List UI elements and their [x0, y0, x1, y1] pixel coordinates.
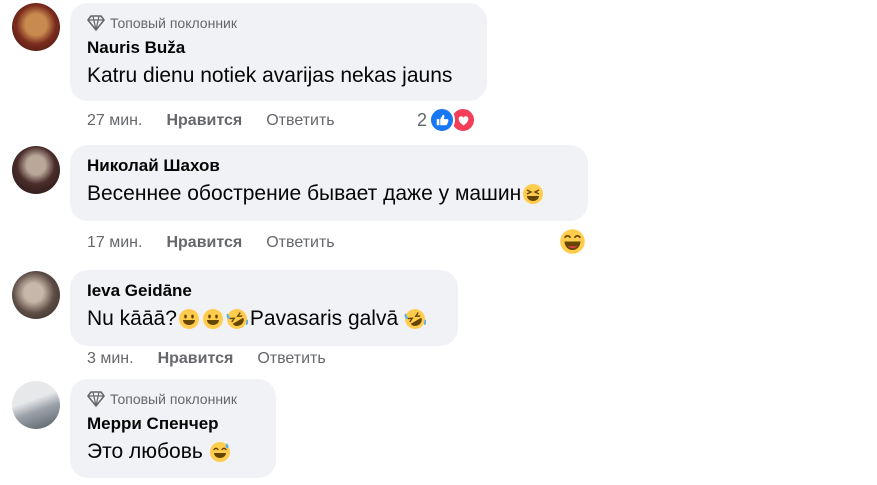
- comment-text-row: Nu kāāā? Pavasaris galvā: [87, 304, 441, 334]
- avatar[interactable]: [12, 3, 60, 51]
- comment-text: Katru dienu notiek avarijas nekas jauns: [87, 64, 453, 87]
- badge-label: Топовый поклонник: [110, 391, 237, 407]
- comment-text-row: Весеннее обострение бывает даже у машин: [87, 179, 571, 209]
- top-fan-badge: Топовый поклонник: [87, 13, 470, 33]
- rofl-emoji-icon: [226, 309, 248, 329]
- reaction-count: 2: [417, 109, 428, 130]
- comment-actions: 3 мин. Нравится Ответить: [87, 350, 326, 368]
- comment-author[interactable]: Николай Шахов: [87, 155, 571, 177]
- comment-author[interactable]: Nauris Buža: [87, 37, 470, 59]
- reply-button[interactable]: Ответить: [257, 350, 325, 368]
- haha-emoji-icon: [560, 229, 585, 254]
- diamond-icon: [87, 391, 105, 407]
- like-button[interactable]: Нравится: [166, 234, 242, 252]
- like-button[interactable]: Нравится: [166, 112, 242, 130]
- comment-actions: 17 мин. Нравится Ответить: [87, 234, 335, 252]
- like-button[interactable]: Нравится: [158, 350, 234, 368]
- comment-text: Pavasaris galvā: [249, 307, 399, 330]
- avatar[interactable]: [12, 271, 60, 319]
- top-fan-badge: Топовый поклонник: [87, 389, 259, 409]
- reply-button[interactable]: Ответить: [266, 112, 334, 130]
- comment-author[interactable]: Ieva Geidāne: [87, 280, 441, 302]
- rofl-emoji-icon: [404, 309, 427, 329]
- avatar[interactable]: [12, 381, 60, 429]
- reply-button[interactable]: Ответить: [266, 234, 334, 252]
- comment-text: Это любовь: [87, 440, 203, 463]
- comment-bubble: Топовый поклонник Мерри Спенчер Это любо…: [70, 379, 276, 478]
- grinning-squinting-emoji-icon: [523, 184, 544, 204]
- sweat-smile-emoji-icon: [209, 442, 230, 462]
- comment-bubble: Николай Шахов Весеннее обострение бывает…: [70, 145, 588, 221]
- reaction-summary[interactable]: [559, 228, 586, 255]
- comment-text: Nu kāāā?: [87, 307, 177, 330]
- smiley-emoji-icon: [202, 309, 223, 329]
- comment-time[interactable]: 27 мин.: [87, 112, 142, 130]
- diamond-icon: [87, 15, 105, 31]
- comment-author[interactable]: Мерри Спенчер: [87, 413, 259, 435]
- comment-text-row: Это любовь: [87, 437, 259, 467]
- comment-bubble: Топовый поклонник Nauris Buža Katru dien…: [70, 3, 487, 101]
- smiley-emoji-icon: [178, 309, 199, 329]
- like-icon: [429, 107, 456, 133]
- comment-time[interactable]: 17 мин.: [87, 234, 142, 252]
- avatar[interactable]: [12, 146, 60, 194]
- comment-actions: 27 мин. Нравится Ответить: [87, 112, 335, 130]
- reaction-summary[interactable]: 2: [417, 107, 477, 133]
- comment-text: Весеннее обострение бывает даже у машин: [87, 182, 522, 205]
- comment-time[interactable]: 3 мин.: [87, 350, 134, 368]
- badge-label: Топовый поклонник: [110, 15, 237, 31]
- comment-bubble: Ieva Geidāne Nu kāāā? Pavasaris galvā: [70, 270, 458, 346]
